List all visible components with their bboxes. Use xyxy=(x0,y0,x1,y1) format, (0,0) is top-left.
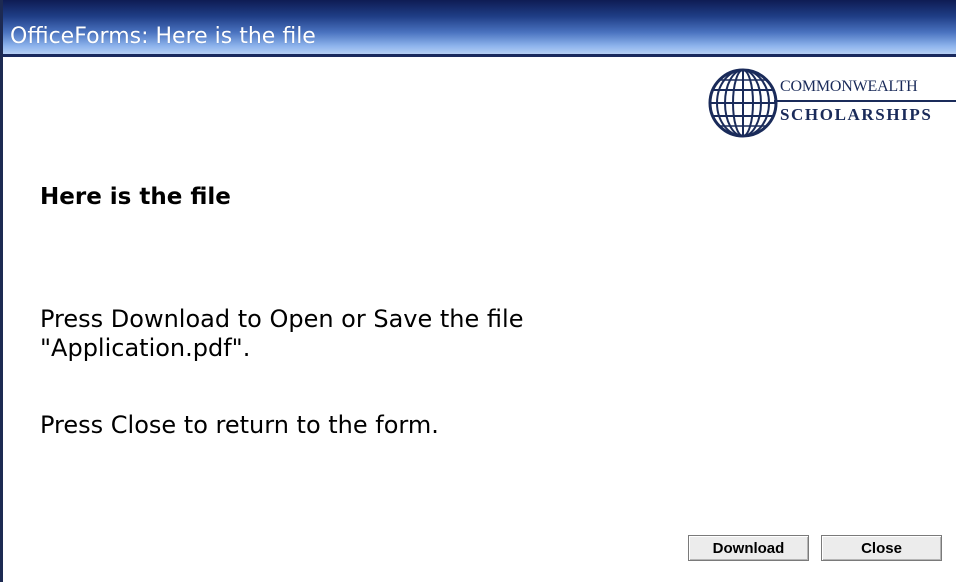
download-instruction: Press Download to Open or Save the file … xyxy=(40,305,523,363)
title-bar[interactable]: OfficeForms: Here is the file xyxy=(3,0,956,57)
close-instruction: Press Close to return to the form. xyxy=(40,411,439,439)
download-instruction-line1: Press Download to Open or Save the file xyxy=(40,305,524,333)
window-title: OfficeForms: Here is the file xyxy=(10,24,316,49)
logo-divider xyxy=(774,100,956,102)
globe-icon xyxy=(708,68,778,138)
commonwealth-scholarships-logo: COMMONWEALTH SCHOLARSHIPS xyxy=(708,68,956,152)
dialog-window: OfficeForms: Here is the file COMMONWEAL… xyxy=(0,0,956,582)
download-instruction-filename: "Application.pdf". xyxy=(40,334,251,362)
close-button[interactable]: Close xyxy=(821,535,942,561)
page-heading: Here is the file xyxy=(40,184,231,210)
logo-text-scholarships: SCHOLARSHIPS xyxy=(780,105,933,124)
download-button[interactable]: Download xyxy=(688,535,809,561)
logo-text-commonwealth: COMMONWEALTH xyxy=(780,78,918,95)
